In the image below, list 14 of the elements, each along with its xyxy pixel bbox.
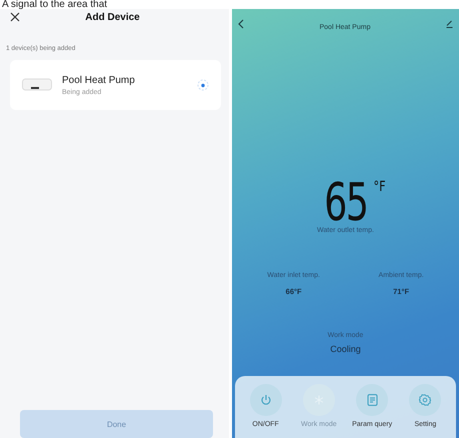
temperature-unit: °F <box>373 179 386 195</box>
device-name: Pool Heat Pump <box>62 74 136 86</box>
edit-icon[interactable] <box>446 20 453 28</box>
caption-text: A signal to the area that <box>2 0 108 9</box>
temperature-value: 65 <box>324 179 368 227</box>
power-icon <box>260 394 272 406</box>
back-icon[interactable] <box>238 18 244 28</box>
page-title: Add Device <box>84 12 141 22</box>
loading-spinner-icon <box>197 79 209 91</box>
heat-pump-icon <box>22 78 52 92</box>
mode-value: Cooling <box>330 344 361 354</box>
settings-icon <box>419 394 432 406</box>
close-icon[interactable] <box>10 12 20 22</box>
document-icon <box>366 394 378 406</box>
